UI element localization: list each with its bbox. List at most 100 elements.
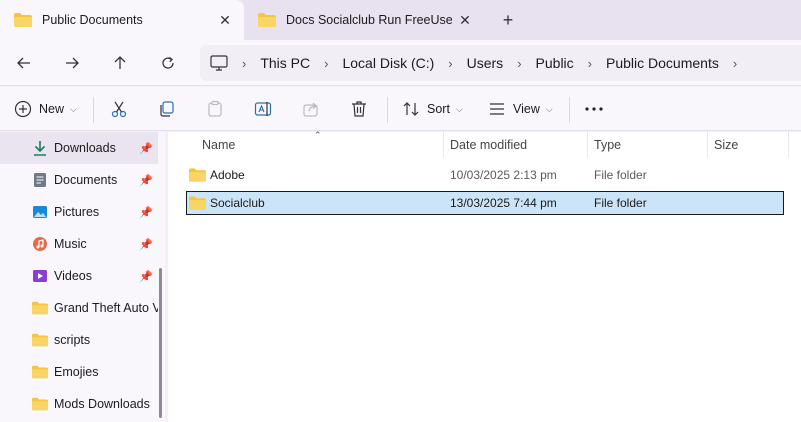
videos-icon <box>32 268 48 284</box>
pin-icon[interactable]: 📌 <box>138 206 154 219</box>
chevron-right-icon[interactable]: › <box>733 56 737 71</box>
file-type: File folder <box>594 168 647 182</box>
sidebar-item-mods-downloads[interactable]: Mods Downloads <box>0 388 158 420</box>
sidebar-item-label: Pictures <box>54 205 100 219</box>
pictures-icon <box>32 204 48 220</box>
navigation-bar: › This PC › Local Disk (C:) › Users › Pu… <box>0 40 801 86</box>
toolbar-divider <box>569 97 570 123</box>
cut-button[interactable] <box>110 97 128 121</box>
column-header-size[interactable]: Size <box>714 132 738 158</box>
pin-icon[interactable]: 📌 <box>138 270 154 283</box>
share-button[interactable] <box>302 97 320 121</box>
folder-icon <box>258 13 276 27</box>
pin-icon[interactable]: 📌 <box>138 142 154 155</box>
sidebar-scrollbar[interactable] <box>159 268 162 418</box>
arrow-right-icon <box>66 57 79 69</box>
chevron-down-icon: ⌵ <box>545 103 553 114</box>
chevron-right-icon[interactable]: › <box>517 56 521 71</box>
sidebar-item-grand-theft-auto-v[interactable]: Grand Theft Auto V <box>0 292 158 324</box>
breadcrumb-public-documents[interactable]: Public Documents <box>606 55 719 71</box>
rename-button[interactable] <box>254 97 272 121</box>
sort-label: Sort <box>427 102 450 116</box>
new-label: New <box>39 102 65 116</box>
breadcrumb-this-pc[interactable]: This PC <box>260 55 310 71</box>
new-button[interactable]: New ⌵ <box>14 97 77 121</box>
back-button[interactable] <box>12 51 36 75</box>
copy-button[interactable] <box>158 97 176 121</box>
sort-ascending-icon: ⌃ <box>314 130 322 140</box>
breadcrumb-public[interactable]: Public <box>536 55 574 71</box>
folder-icon <box>189 192 206 214</box>
pin-icon[interactable]: 📌 <box>138 174 154 187</box>
chevron-right-icon[interactable]: › <box>324 56 328 71</box>
chevron-right-icon[interactable]: › <box>448 56 452 71</box>
clipboard-icon <box>208 100 222 117</box>
music-icon <box>32 236 48 252</box>
sidebar-item-label: scripts <box>54 333 91 347</box>
copy-icon <box>160 101 174 117</box>
file-list: ⌃ Name Date modified Type Size Adobe 10/… <box>168 130 801 422</box>
chevron-down-icon: ⌵ <box>70 103 77 114</box>
sidebar-item-videos[interactable]: Videos 📌 <box>0 260 158 292</box>
column-divider[interactable] <box>443 132 444 158</box>
document-icon <box>32 172 48 188</box>
share-icon <box>303 102 318 117</box>
close-icon[interactable]: ✕ <box>452 12 478 29</box>
sort-button[interactable]: Sort ⌵ <box>402 97 463 121</box>
scissors-icon <box>111 101 127 118</box>
file-name: Socialclub <box>210 196 265 210</box>
sidebar-item-documents[interactable]: Documents 📌 <box>0 164 158 196</box>
ellipsis-icon <box>585 107 603 111</box>
folder-icon <box>189 164 206 186</box>
arrow-up-icon <box>114 56 126 69</box>
folder-icon <box>32 332 48 348</box>
sidebar-item-label: Videos <box>54 269 92 283</box>
address-bar[interactable]: › This PC › Local Disk (C:) › Users › Pu… <box>200 45 801 81</box>
table-row[interactable]: Adobe 10/03/2025 2:13 pm File folder <box>186 164 784 188</box>
new-tab-button[interactable]: + <box>496 8 520 32</box>
up-button[interactable] <box>108 51 132 75</box>
tab-bar: Public Documents ✕ Docs Socialclub Run F… <box>0 0 801 40</box>
column-header-name[interactable]: Name <box>202 132 235 158</box>
view-button[interactable]: View ⌵ <box>488 97 553 121</box>
column-divider[interactable] <box>587 132 588 158</box>
paste-button[interactable] <box>206 97 224 121</box>
refresh-icon <box>162 56 174 69</box>
tab-public-documents[interactable]: Public Documents ✕ <box>0 0 244 40</box>
refresh-button[interactable] <box>156 51 180 75</box>
sidebar-item-downloads[interactable]: Downloads 📌 <box>0 132 158 164</box>
column-divider[interactable] <box>707 132 708 158</box>
forward-button[interactable] <box>60 51 84 75</box>
sidebar-item-label: Mods Downloads <box>54 397 150 411</box>
column-header-type[interactable]: Type <box>594 132 621 158</box>
pin-icon[interactable]: 📌 <box>138 238 154 251</box>
tab-title: Public Documents <box>42 13 143 27</box>
chevron-right-icon[interactable]: › <box>588 56 592 71</box>
sidebar-item-label: Music <box>54 237 87 251</box>
breadcrumb-local-disk[interactable]: Local Disk (C:) <box>342 55 434 71</box>
close-icon[interactable]: ✕ <box>212 12 238 29</box>
folder-icon <box>32 396 48 412</box>
file-date: 10/03/2025 2:13 pm <box>450 168 557 182</box>
breadcrumb-users[interactable]: Users <box>467 55 504 71</box>
sidebar-item-scripts[interactable]: scripts <box>0 324 158 356</box>
tab-docs-socialclub[interactable]: Docs Socialclub Run FreeUsers ✕ <box>244 0 484 40</box>
table-row[interactable]: Socialclub 13/03/2025 7:44 pm File folde… <box>186 191 784 215</box>
file-date: 13/03/2025 7:44 pm <box>450 196 557 210</box>
column-divider[interactable] <box>788 132 789 158</box>
rename-icon <box>254 102 272 116</box>
chevron-right-icon: › <box>242 55 247 71</box>
folder-icon <box>32 300 48 316</box>
sidebar-item-pictures[interactable]: Pictures 📌 <box>0 196 158 228</box>
delete-button[interactable] <box>350 97 368 121</box>
monitor-icon <box>210 55 228 71</box>
view-list-icon <box>490 103 504 115</box>
sidebar-item-emojies[interactable]: Emojies <box>0 356 158 388</box>
chevron-down-icon: ⌵ <box>455 103 463 114</box>
folder-icon <box>14 13 32 27</box>
more-options-button[interactable] <box>584 97 604 121</box>
column-header-date-modified[interactable]: Date modified <box>450 132 527 158</box>
folder-icon <box>32 364 48 380</box>
sidebar-item-music[interactable]: Music 📌 <box>0 228 158 260</box>
sort-icon <box>403 102 419 116</box>
